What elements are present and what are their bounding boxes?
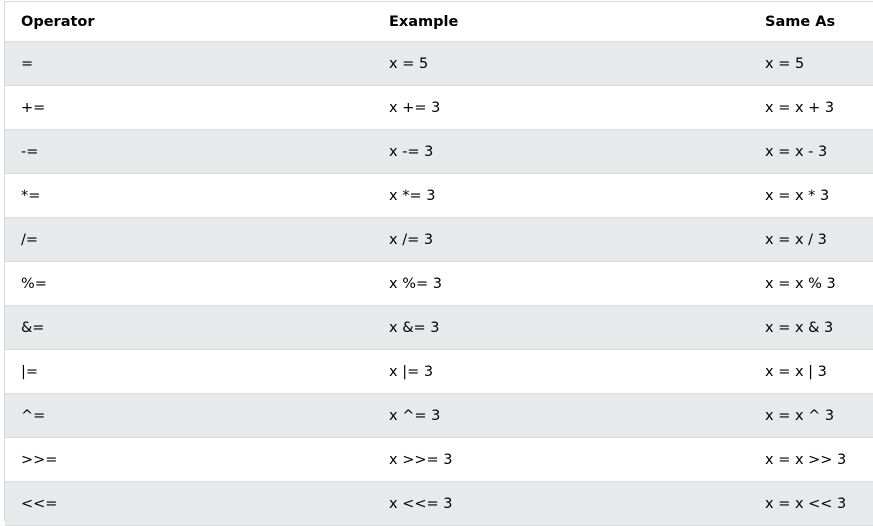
- cell-operator: +=: [5, 85, 373, 130]
- table-row: = x = 5 x = 5: [5, 41, 873, 86]
- cell-operator: =: [5, 41, 373, 86]
- cell-operator: |=: [5, 349, 373, 394]
- cell-same-as: x = x + 3: [749, 85, 873, 130]
- cell-same-as: x = x - 3: [749, 129, 873, 174]
- cell-same-as: x = x | 3: [749, 349, 873, 394]
- table-row: %= x %= 3 x = x % 3: [5, 261, 873, 306]
- table-row: >>= x >>= 3 x = x >> 3: [5, 437, 873, 482]
- cell-operator: <<=: [5, 481, 373, 526]
- table-row: *= x *= 3 x = x * 3: [5, 173, 873, 218]
- cell-operator: >>=: [5, 437, 373, 482]
- table-row: &= x &= 3 x = x & 3: [5, 305, 873, 350]
- table-row: /= x /= 3 x = x / 3: [5, 217, 873, 262]
- cell-same-as: x = x & 3: [749, 305, 873, 350]
- cell-example: x /= 3: [373, 217, 749, 262]
- cell-operator: ^=: [5, 393, 373, 438]
- table-row: -= x -= 3 x = x - 3: [5, 129, 873, 174]
- cell-example: x *= 3: [373, 173, 749, 218]
- cell-example: x <<= 3: [373, 481, 749, 526]
- cell-operator: &=: [5, 305, 373, 350]
- cell-same-as: x = x * 3: [749, 173, 873, 218]
- cell-example: x = 5: [373, 41, 749, 86]
- operators-table-container: Operator Example Same As = x = 5 x = 5 +…: [4, 1, 873, 526]
- table-row: ^= x ^= 3 x = x ^ 3: [5, 393, 873, 438]
- cell-operator: /=: [5, 217, 373, 262]
- assignment-operators-table: Operator Example Same As = x = 5 x = 5 +…: [5, 2, 873, 526]
- table-row: |= x |= 3 x = x | 3: [5, 349, 873, 394]
- cell-same-as: x = x >> 3: [749, 437, 873, 482]
- cell-operator: %=: [5, 261, 373, 306]
- table-header-row: Operator Example Same As: [5, 2, 873, 42]
- header-same-as: Same As: [749, 2, 873, 42]
- cell-example: x &= 3: [373, 305, 749, 350]
- cell-example: x ^= 3: [373, 393, 749, 438]
- cell-same-as: x = x ^ 3: [749, 393, 873, 438]
- cell-example: x >>= 3: [373, 437, 749, 482]
- cell-example: x |= 3: [373, 349, 749, 394]
- cell-operator: -=: [5, 129, 373, 174]
- cell-same-as: x = x % 3: [749, 261, 873, 306]
- table-row: <<= x <<= 3 x = x << 3: [5, 481, 873, 526]
- table-row: += x += 3 x = x + 3: [5, 85, 873, 130]
- cell-same-as: x = 5: [749, 41, 873, 86]
- header-example: Example: [373, 2, 749, 42]
- cell-example: x += 3: [373, 85, 749, 130]
- cell-example: x %= 3: [373, 261, 749, 306]
- header-operator: Operator: [5, 2, 373, 42]
- cell-operator: *=: [5, 173, 373, 218]
- cell-example: x -= 3: [373, 129, 749, 174]
- cell-same-as: x = x << 3: [749, 481, 873, 526]
- cell-same-as: x = x / 3: [749, 217, 873, 262]
